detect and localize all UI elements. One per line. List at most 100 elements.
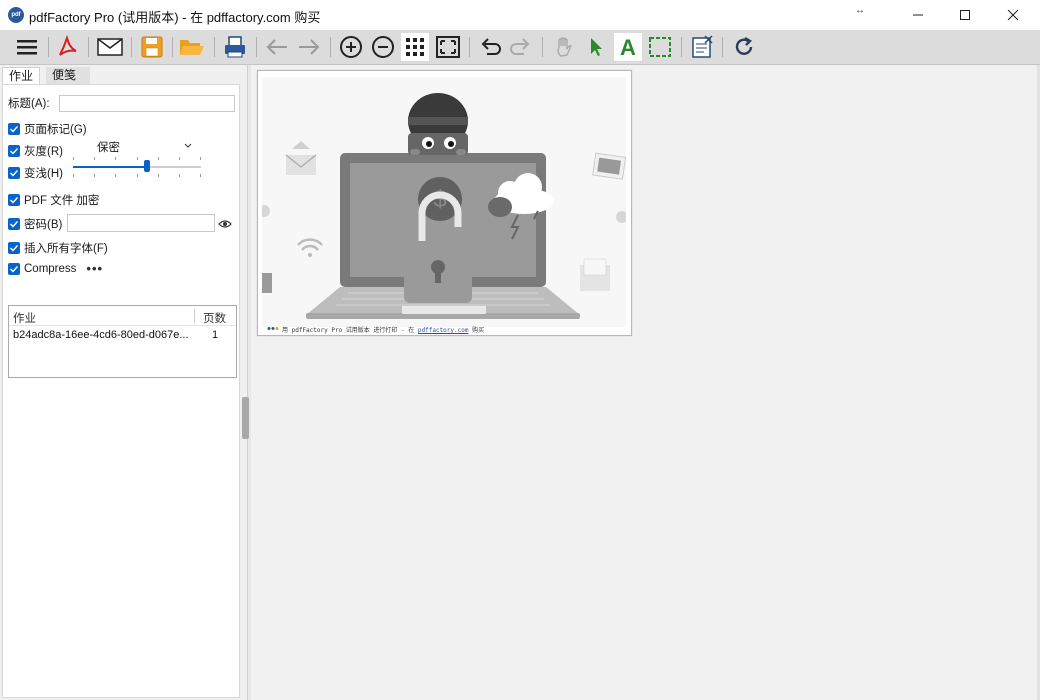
page-thumbnail[interactable]: $ 用 pdfFactory Pro 试用版本 进行打印 - 在 pdffact… [257,70,632,336]
watermark-link[interactable]: pdffactory.com [418,327,469,334]
checkmark-icon [10,245,19,252]
lighten-slider[interactable] [73,157,201,177]
print-button[interactable] [221,33,249,61]
app-icon[interactable]: pdf [8,7,24,23]
toolbar-separator [542,37,543,57]
menu-button[interactable] [13,33,41,61]
toolbar-separator [172,37,173,57]
checkmark-icon [10,197,19,204]
save-button[interactable] [138,33,166,61]
compress-options-button[interactable]: ••• [86,261,103,276]
chevron-down-icon [184,143,192,148]
minimize-icon [913,14,923,16]
toolbar-separator [681,37,682,57]
refresh-button[interactable] [730,33,758,61]
page-illustration: $ [258,77,628,327]
back-button[interactable] [263,33,291,61]
thumbnails-button[interactable] [401,33,429,61]
embed-fonts-checkbox[interactable] [8,242,20,254]
toolbar-separator [48,37,49,57]
compress-checkbox[interactable] [8,262,20,275]
refresh-icon [735,36,753,55]
close-button[interactable] [990,0,1036,30]
job-name-cell: b24adc8a-16ee-4cd6-80ed-d067e... [13,329,189,341]
tab-notes[interactable]: 便笺 [46,67,90,85]
text-button[interactable]: A [614,33,642,61]
grayscale-checkbox[interactable] [8,145,20,157]
page-count-cell: 1 [212,329,219,341]
svg-text:$: $ [433,186,446,213]
checkmark-icon [10,148,19,155]
lighten-row: 变浅(H) [8,165,63,181]
encrypt-checkbox[interactable] [8,194,20,206]
tab-job[interactable]: 作业 [2,67,41,85]
show-password-button[interactable] [218,218,232,232]
title-label: 标题(A): [8,98,50,110]
redo-icon [510,38,530,55]
toolbar-separator [88,37,89,57]
toolbar-separator [131,37,132,57]
undo-icon [481,38,501,55]
fit-page-button[interactable] [434,33,462,61]
title-bar: pdf pdfFactory Pro (试用版本) - 在 pdffactory… [0,0,1040,30]
resize-arrows-icon: ↔ [855,5,865,16]
preview-area[interactable]: $ 用 pdfFactory Pro 试用版本 进行打印 - 在 pdffact… [251,65,1040,700]
hamburger-icon [17,40,37,55]
column-header-pages[interactable]: 页数 [203,310,226,326]
header-divider [9,325,236,326]
password-row: 密码(B) [8,216,62,232]
maximize-icon [960,10,970,20]
column-divider[interactable] [194,309,195,323]
password-input[interactable] [67,214,215,232]
watermark-suffix: 购买 [472,327,485,334]
select-button[interactable] [582,33,610,61]
eye-icon [218,220,232,228]
password-checkbox[interactable] [8,218,20,230]
page-mark-row: 页面标记(G) [8,121,87,137]
collapse-panel-handle[interactable] [242,397,249,439]
compress-row: Compress ••• [8,261,103,276]
pdffactory-logo-dots [267,327,279,330]
page-mark-select[interactable]: 保密 [93,138,197,156]
save-pdf-button[interactable] [54,33,82,61]
minimize-button[interactable] [895,0,941,30]
toolbar-separator [722,37,723,57]
page-mark-label: 页面标记(G) [24,124,87,136]
marquee-select-icon [649,37,671,57]
forward-button[interactable] [295,33,323,61]
compress-label: Compress [24,262,77,275]
close-icon [1007,9,1019,21]
cursor-icon [591,38,602,56]
notes-icon [692,35,713,58]
undo-button[interactable] [476,33,504,61]
email-button[interactable] [96,33,124,61]
encrypt-row: PDF 文件 加密 [8,192,99,208]
printer-icon [225,36,245,58]
page-notes-button[interactable] [688,33,716,61]
encrypt-label: PDF 文件 加密 [24,195,100,207]
svg-text:A: A [620,36,636,58]
title-input[interactable] [59,95,235,112]
column-header-job[interactable]: 作业 [13,310,36,326]
fit-page-icon [436,36,460,58]
slider-thumb[interactable] [144,160,150,172]
pan-button[interactable] [550,33,578,61]
embed-fonts-row: 插入所有字体(F) [8,240,108,256]
page-mark-checkbox[interactable] [8,123,20,135]
zoom-out-icon [372,36,394,58]
grayscale-label: 灰度(R) [24,146,63,158]
zoom-in-icon [340,36,362,58]
open-button[interactable] [178,33,206,61]
zoom-in-button[interactable] [337,33,365,61]
settings-panel: 作业 便笺 标题(A): 页面标记(G) 保密 灰度(R) 变浅(H) PDF … [0,65,248,700]
zoom-out-button[interactable] [369,33,397,61]
toolbar-separator [469,37,470,57]
arrow-right-icon [299,39,320,55]
lighten-checkbox[interactable] [8,167,20,179]
hand-icon [557,37,572,57]
slider-fill [73,166,147,168]
toolbar-separator [214,37,215,57]
maximize-button[interactable] [942,0,988,30]
redo-button[interactable] [507,33,535,61]
marquee-select-button[interactable] [646,33,674,61]
